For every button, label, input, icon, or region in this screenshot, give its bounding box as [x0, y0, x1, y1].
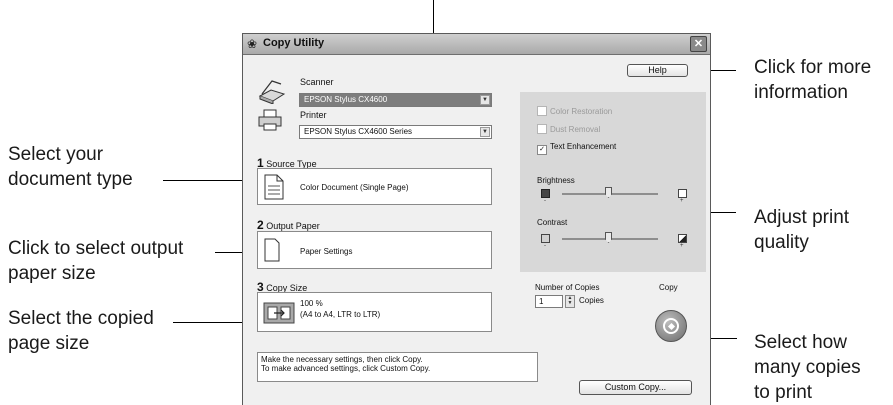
doc-type-callout: Select your document type [8, 144, 133, 190]
brightness-plus: + [680, 198, 684, 204]
text-enhancement-option[interactable]: ✓ Text Enhancement [537, 142, 616, 155]
printer-label: Printer [300, 110, 327, 120]
text-enhancement-checkbox[interactable]: ✓ [537, 145, 547, 155]
printer-icon [258, 109, 282, 131]
copy-label: Copy [659, 283, 678, 292]
output-paper-heading: 2 Output Paper [257, 218, 320, 232]
spin-down-icon[interactable]: ▼ [566, 301, 574, 306]
custom-copy-button[interactable]: Custom Copy... [579, 380, 692, 395]
contrast-label: Contrast [537, 218, 568, 227]
close-icon: ✕ [693, 38, 704, 50]
source-type-button[interactable]: Color Document (Single Page) [257, 168, 492, 205]
copies-spinner[interactable]: ▲ ▼ [565, 295, 575, 308]
copy-utility-window: ❀ Copy Utility ✕ Help Scanner EPSON Styl… [242, 33, 711, 405]
help-callout: Click for more information [754, 57, 872, 103]
contrast-low-icon [541, 234, 550, 243]
image-quality-panel: Color Restoration Dust Removal ✓ Text Enh… [520, 92, 706, 272]
chevron-down-icon[interactable]: ▼ [480, 95, 490, 105]
brightness-slider[interactable] [605, 187, 612, 198]
paper-settings-label: Paper Settings [300, 247, 353, 256]
dust-removal-label: Dust Removal [550, 125, 601, 134]
scanner-label: Scanner [300, 77, 334, 87]
close-button[interactable]: ✕ [690, 36, 707, 52]
scanner-select-value: EPSON Stylus CX4600 [304, 95, 388, 104]
status-message: Make the necessary settings, then click … [257, 352, 538, 382]
contrast-high-icon [678, 234, 687, 243]
copies-callout: Select how many copies to print [754, 332, 861, 403]
scanner-select[interactable]: EPSON Stylus CX4600 ▼ [299, 93, 492, 107]
color-restoration-label: Color Restoration [550, 107, 613, 116]
resize-icon [263, 302, 295, 324]
source-type-value: Color Document (Single Page) [300, 183, 409, 192]
contrast-slider[interactable] [605, 232, 612, 243]
brightness-minus: - [544, 198, 546, 204]
message-line-2: To make advanced settings, click Custom … [261, 364, 431, 373]
message-line-1: Make the necessary settings, then click … [261, 355, 423, 364]
app-icon: ❀ [247, 37, 258, 51]
copies-value: 1 [539, 297, 544, 306]
output-paper-label: Output Paper [266, 221, 320, 231]
number-of-copies-label: Number of Copies [535, 283, 600, 292]
output-paper-callout: Click to select output paper size [8, 238, 184, 284]
diamond-icon [667, 322, 676, 331]
dust-removal-option[interactable]: Dust Removal [537, 124, 600, 134]
window-title: Copy Utility [263, 37, 325, 49]
brightness-high-icon [678, 189, 687, 198]
color-restoration-option[interactable]: Color Restoration [537, 106, 612, 116]
chevron-down-icon[interactable]: ▼ [480, 127, 490, 137]
contrast-minus: - [544, 243, 546, 249]
color-restoration-checkbox[interactable] [537, 106, 547, 116]
brightness-label: Brightness [537, 176, 575, 185]
step-number: 2 [257, 218, 264, 232]
paper-settings-button[interactable]: Paper Settings [257, 231, 492, 269]
copy-icon [663, 318, 679, 334]
help-button[interactable]: Help [627, 64, 688, 77]
text-enhancement-label: Text Enhancement [550, 142, 617, 151]
document-icon [264, 174, 284, 200]
quality-callout: Adjust print quality [754, 207, 850, 253]
title-bar[interactable]: ❀ Copy Utility ✕ [243, 34, 710, 55]
printer-select[interactable]: EPSON Stylus CX4600 Series ▼ [299, 125, 492, 139]
copy-size-detail: (A4 to A4, LTR to LTR) [300, 310, 381, 319]
paper-icon [264, 238, 280, 262]
copy-size-button[interactable]: 100 % (A4 to A4, LTR to LTR) [257, 292, 492, 332]
contrast-plus: + [680, 243, 684, 249]
copy-size-percent: 100 % [300, 299, 323, 308]
copies-input[interactable]: 1 [535, 295, 563, 308]
copies-unit-label: Copies [579, 296, 604, 305]
dust-removal-checkbox[interactable] [537, 124, 547, 134]
copy-button[interactable] [655, 310, 687, 342]
scanner-icon [258, 80, 286, 104]
brightness-low-icon [541, 189, 550, 198]
copy-size-callout: Select the copied page size [8, 308, 154, 354]
printer-select-value: EPSON Stylus CX4600 Series [304, 127, 413, 136]
